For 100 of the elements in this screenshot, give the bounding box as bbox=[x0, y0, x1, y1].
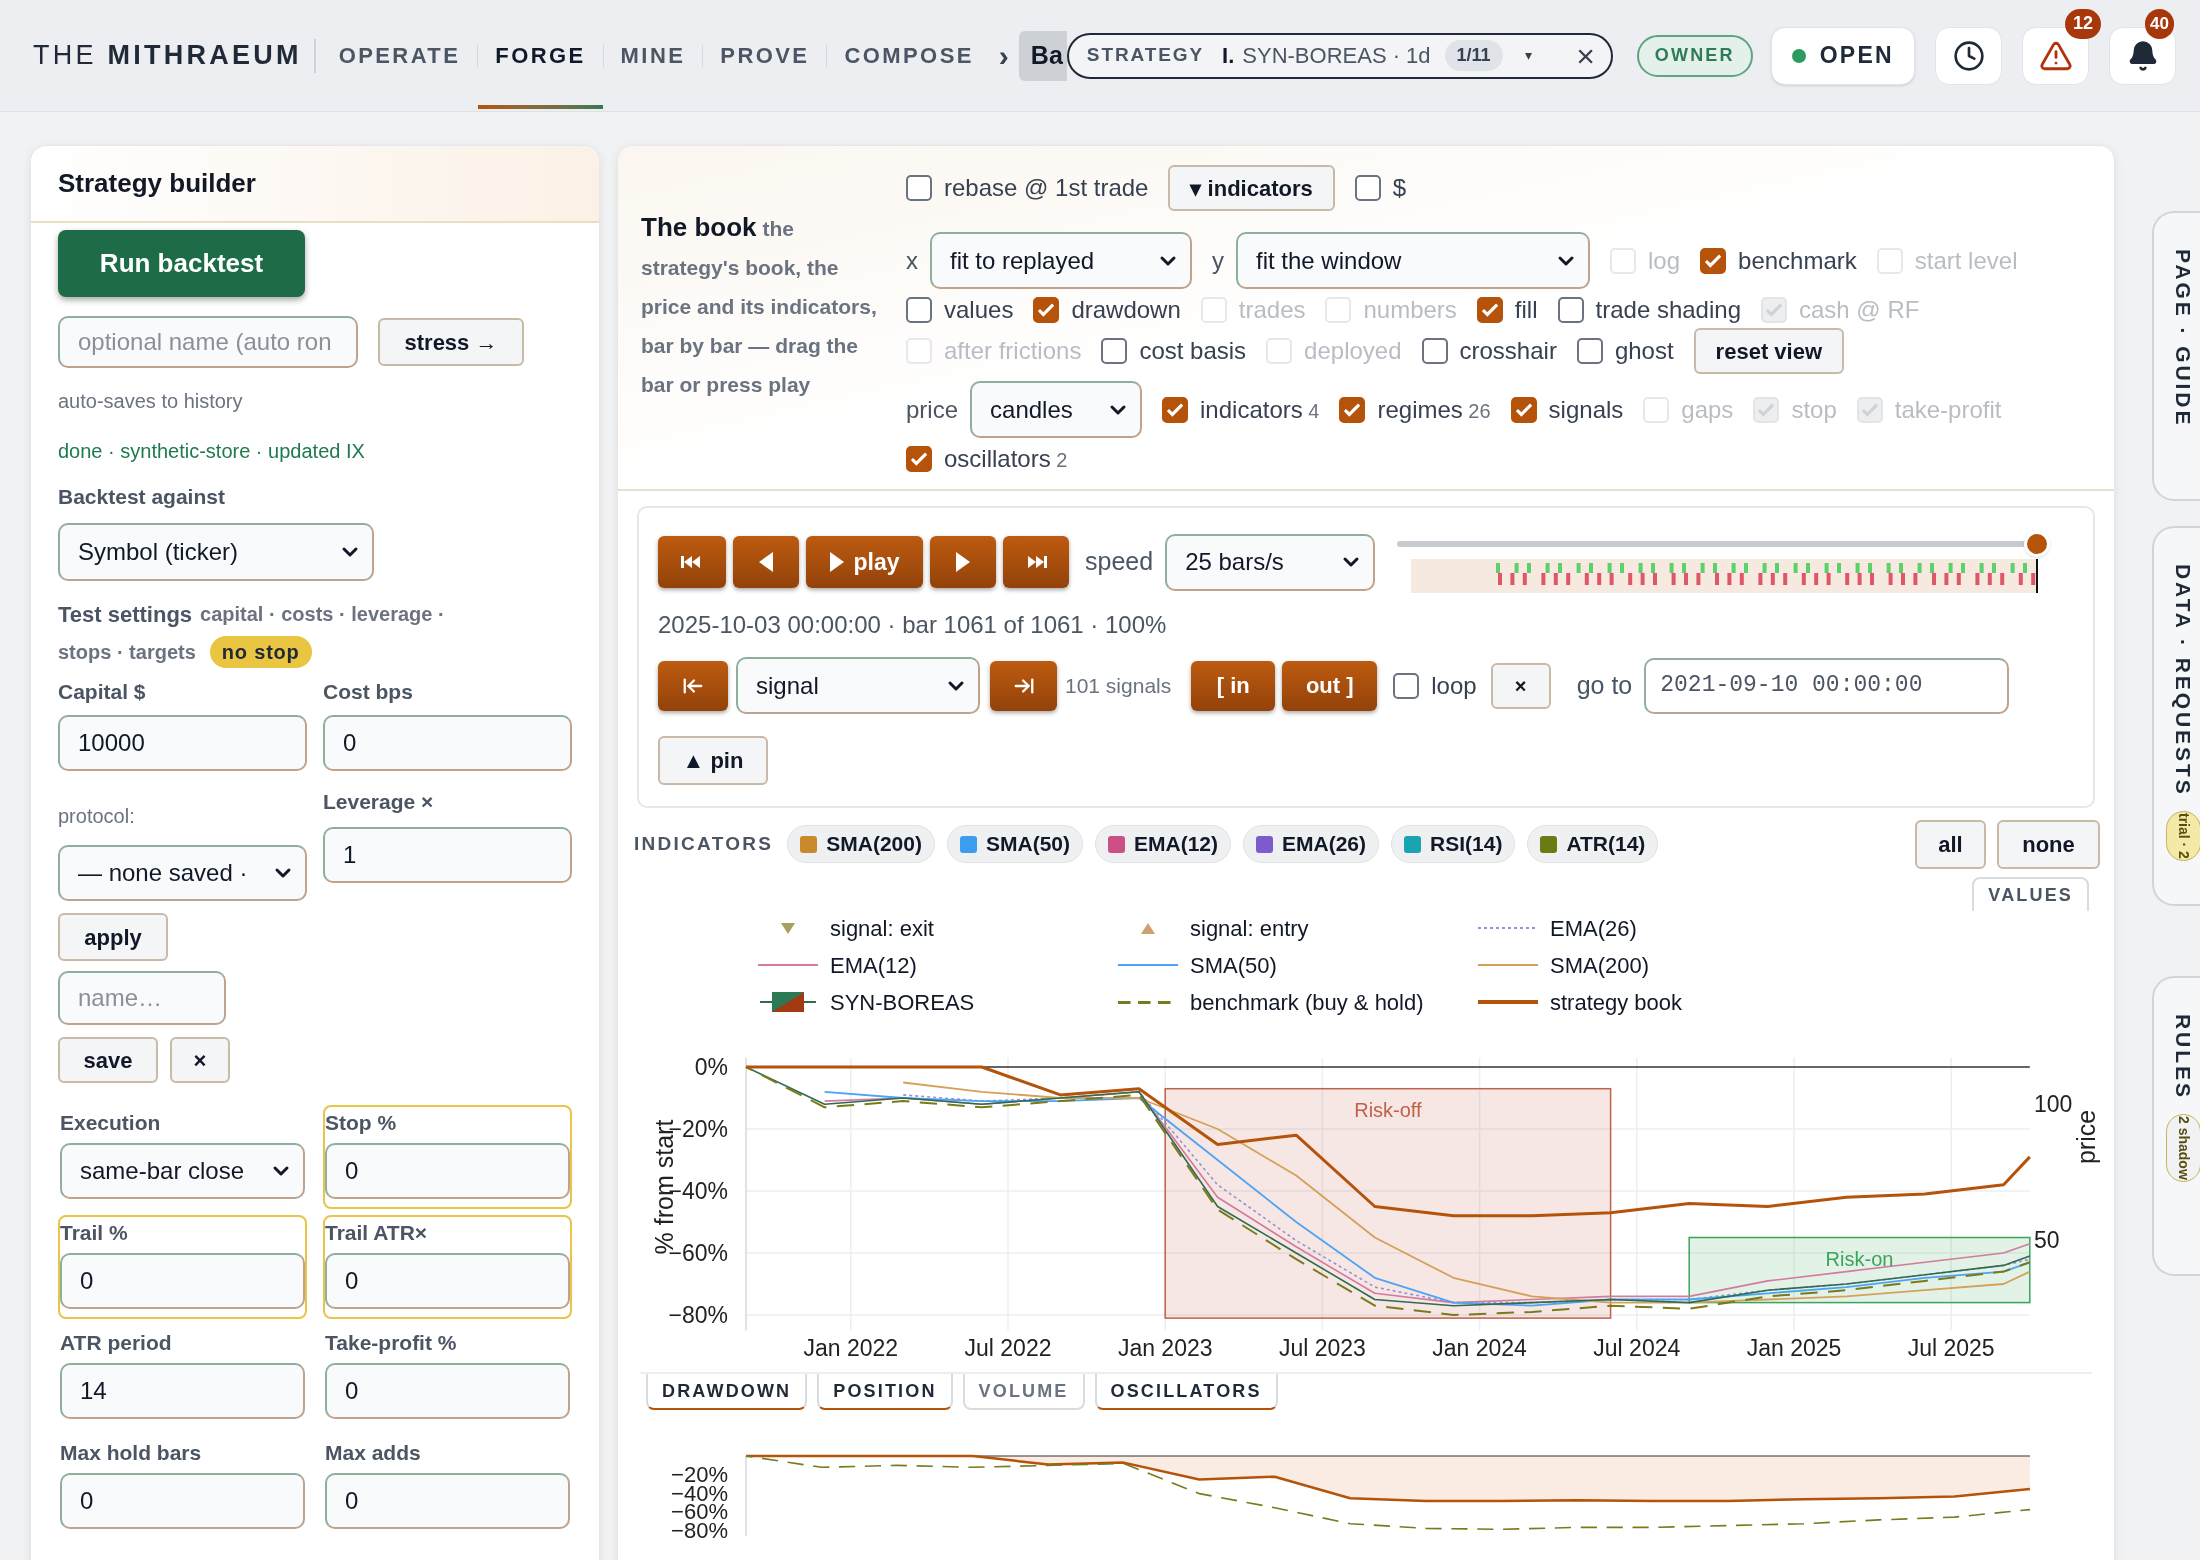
select[interactable]: — none saved · bbox=[58, 845, 307, 901]
indicator-chip[interactable]: EMA(12) bbox=[1095, 825, 1231, 863]
previous-signal-button[interactable] bbox=[658, 660, 728, 711]
strategy-selector[interactable]: STRATEGY I. SYN-BOREAS · 1d 1/11 ▾ × bbox=[1066, 32, 1613, 79]
side-tab[interactable]: RULES 2 shadow bbox=[2152, 976, 2200, 1276]
transport-button[interactable] bbox=[733, 536, 799, 588]
indicator-chip[interactable]: RSI(14) bbox=[1391, 825, 1516, 863]
side-tab[interactable]: DATA · REQUESTS trial · 2 bbox=[2152, 526, 2200, 906]
input-field[interactable]: 0 bbox=[325, 1143, 570, 1199]
none-button[interactable]: none bbox=[1997, 819, 2100, 869]
indicator-chip[interactable]: ATR(14) bbox=[1527, 825, 1659, 863]
role-badge: OWNER bbox=[1636, 34, 1753, 77]
clear-button[interactable]: × bbox=[170, 1037, 230, 1083]
nav-tab[interactable]: MINE bbox=[603, 0, 703, 112]
run-backtest-button[interactable]: Run backtest bbox=[58, 230, 305, 297]
select[interactable]: signal bbox=[736, 657, 980, 714]
nav-tab[interactable]: COMPOSE bbox=[827, 0, 991, 112]
axis-tick-label: Jan 2024 bbox=[1432, 1335, 1527, 1361]
step-forward-icon bbox=[955, 552, 971, 572]
nav-tab[interactable]: FORGE bbox=[478, 0, 603, 112]
checkbox[interactable] bbox=[1339, 396, 1366, 423]
side-tab[interactable]: PAGE · GUIDE bbox=[2152, 211, 2200, 501]
tab[interactable]: Ba bbox=[1018, 30, 1067, 81]
input-field[interactable]: 1 bbox=[323, 827, 572, 883]
checkbox[interactable] bbox=[1033, 297, 1060, 323]
checkbox-label: crosshair bbox=[1459, 336, 1557, 366]
nav-tab[interactable]: PROVE bbox=[703, 0, 827, 112]
chart-tab[interactable]: VOLUME bbox=[962, 1374, 1085, 1410]
mark-in-button[interactable]: [ in bbox=[1191, 660, 1276, 711]
checkbox[interactable] bbox=[1476, 297, 1503, 323]
checkbox[interactable] bbox=[1576, 338, 1603, 364]
nav-more[interactable]: › bbox=[998, 33, 1009, 78]
input-field[interactable]: 14 bbox=[60, 1363, 305, 1419]
checkbox[interactable] bbox=[1101, 338, 1128, 364]
pin-button[interactable]: ▲ pin bbox=[658, 736, 768, 785]
checkbox-label: take-profit bbox=[1894, 394, 2002, 425]
input-field[interactable]: 0 bbox=[325, 1253, 570, 1309]
checkbox[interactable] bbox=[906, 446, 932, 472]
mark-out-button[interactable]: out ] bbox=[1282, 660, 1378, 711]
date-input[interactable]: 2021-09-10 00:00:00 bbox=[1644, 657, 2010, 714]
input-field[interactable]: 0 bbox=[325, 1473, 570, 1529]
checkbox[interactable] bbox=[1162, 396, 1189, 423]
history-button[interactable] bbox=[1935, 26, 2002, 85]
select[interactable]: fit to replayed bbox=[930, 232, 1192, 289]
checkbox[interactable] bbox=[1510, 396, 1537, 423]
checkbox[interactable] bbox=[1700, 247, 1727, 274]
nav-tab[interactable]: OPERATE bbox=[321, 0, 478, 112]
input-field[interactable]: 0 bbox=[60, 1253, 305, 1309]
clear-button[interactable]: × bbox=[1490, 662, 1551, 709]
transport-button[interactable] bbox=[658, 536, 726, 588]
save-button[interactable]: save bbox=[58, 1037, 158, 1083]
toggle-button[interactable]: reset view bbox=[1693, 328, 1844, 374]
transport-button[interactable] bbox=[930, 536, 996, 588]
checkbox[interactable] bbox=[1393, 672, 1420, 699]
checkmark-icon bbox=[1167, 402, 1184, 417]
chart-tab[interactable]: DRAWDOWN bbox=[646, 1374, 808, 1410]
status-button[interactable]: OPEN bbox=[1770, 26, 1915, 85]
next-signal-button[interactable] bbox=[990, 660, 1057, 711]
select[interactable]: candles bbox=[970, 381, 1143, 438]
chart-tab[interactable]: OSCILLATORS bbox=[1094, 1374, 1278, 1410]
select[interactable]: fit the window bbox=[1236, 232, 1590, 289]
input-field[interactable]: 10000 bbox=[58, 715, 307, 771]
toggle-button[interactable]: ▾ indicators bbox=[1168, 165, 1335, 211]
select[interactable]: Symbol (ticker) bbox=[58, 523, 374, 581]
transport-button[interactable] bbox=[1003, 536, 1069, 588]
apply-button[interactable]: apply bbox=[58, 913, 168, 961]
axis-tick-label: 0% bbox=[694, 1054, 728, 1080]
checkmark-icon bbox=[1766, 303, 1782, 317]
checkbox[interactable] bbox=[906, 297, 932, 323]
signal-count: 101 signals bbox=[1065, 672, 1172, 699]
checkbox-label: after frictions bbox=[944, 336, 1082, 366]
checkmark-icon bbox=[1705, 253, 1722, 268]
transport-button[interactable]: play bbox=[806, 536, 923, 588]
input-field[interactable]: 0 bbox=[325, 1363, 570, 1419]
brand-logo: THE MITHRAEUM bbox=[33, 39, 302, 73]
field-label: Backtest against bbox=[58, 484, 226, 510]
chart-tab[interactable]: POSITION bbox=[817, 1374, 953, 1410]
checkbox[interactable] bbox=[906, 175, 932, 201]
axis-tick-label: −20% bbox=[671, 1461, 728, 1487]
skip-back-icon bbox=[681, 555, 703, 569]
checkbox[interactable] bbox=[1557, 297, 1584, 323]
legend-label: EMA(12) bbox=[830, 951, 917, 980]
indicator-chip[interactable]: SMA(200) bbox=[787, 825, 935, 863]
input-field[interactable]: 0 bbox=[60, 1473, 305, 1529]
legend-label: SYN-BOREAS bbox=[830, 988, 975, 1017]
checkbox-label: start level bbox=[1914, 245, 2018, 276]
checkbox[interactable] bbox=[1354, 175, 1381, 201]
select[interactable]: 25 bars/s bbox=[1165, 533, 1376, 591]
all-button[interactable]: all bbox=[1915, 819, 1986, 869]
input-field[interactable]: 0 bbox=[323, 715, 572, 771]
stress-button[interactable]: stress → bbox=[378, 318, 524, 366]
indicator-chip[interactable]: SMA(50) bbox=[947, 825, 1083, 863]
checkbox-label: regimes 26 bbox=[1377, 394, 1491, 425]
values-tab[interactable]: VALUES bbox=[1972, 877, 2089, 911]
regime-label: Risk-off bbox=[1354, 1098, 1422, 1121]
indicator-chip[interactable]: EMA(26) bbox=[1243, 825, 1380, 863]
checkbox[interactable] bbox=[1421, 338, 1448, 364]
checkbox-label: trades bbox=[1238, 295, 1306, 325]
checkbox-label: gaps bbox=[1681, 394, 1734, 425]
select[interactable]: same-bar close bbox=[60, 1143, 305, 1199]
